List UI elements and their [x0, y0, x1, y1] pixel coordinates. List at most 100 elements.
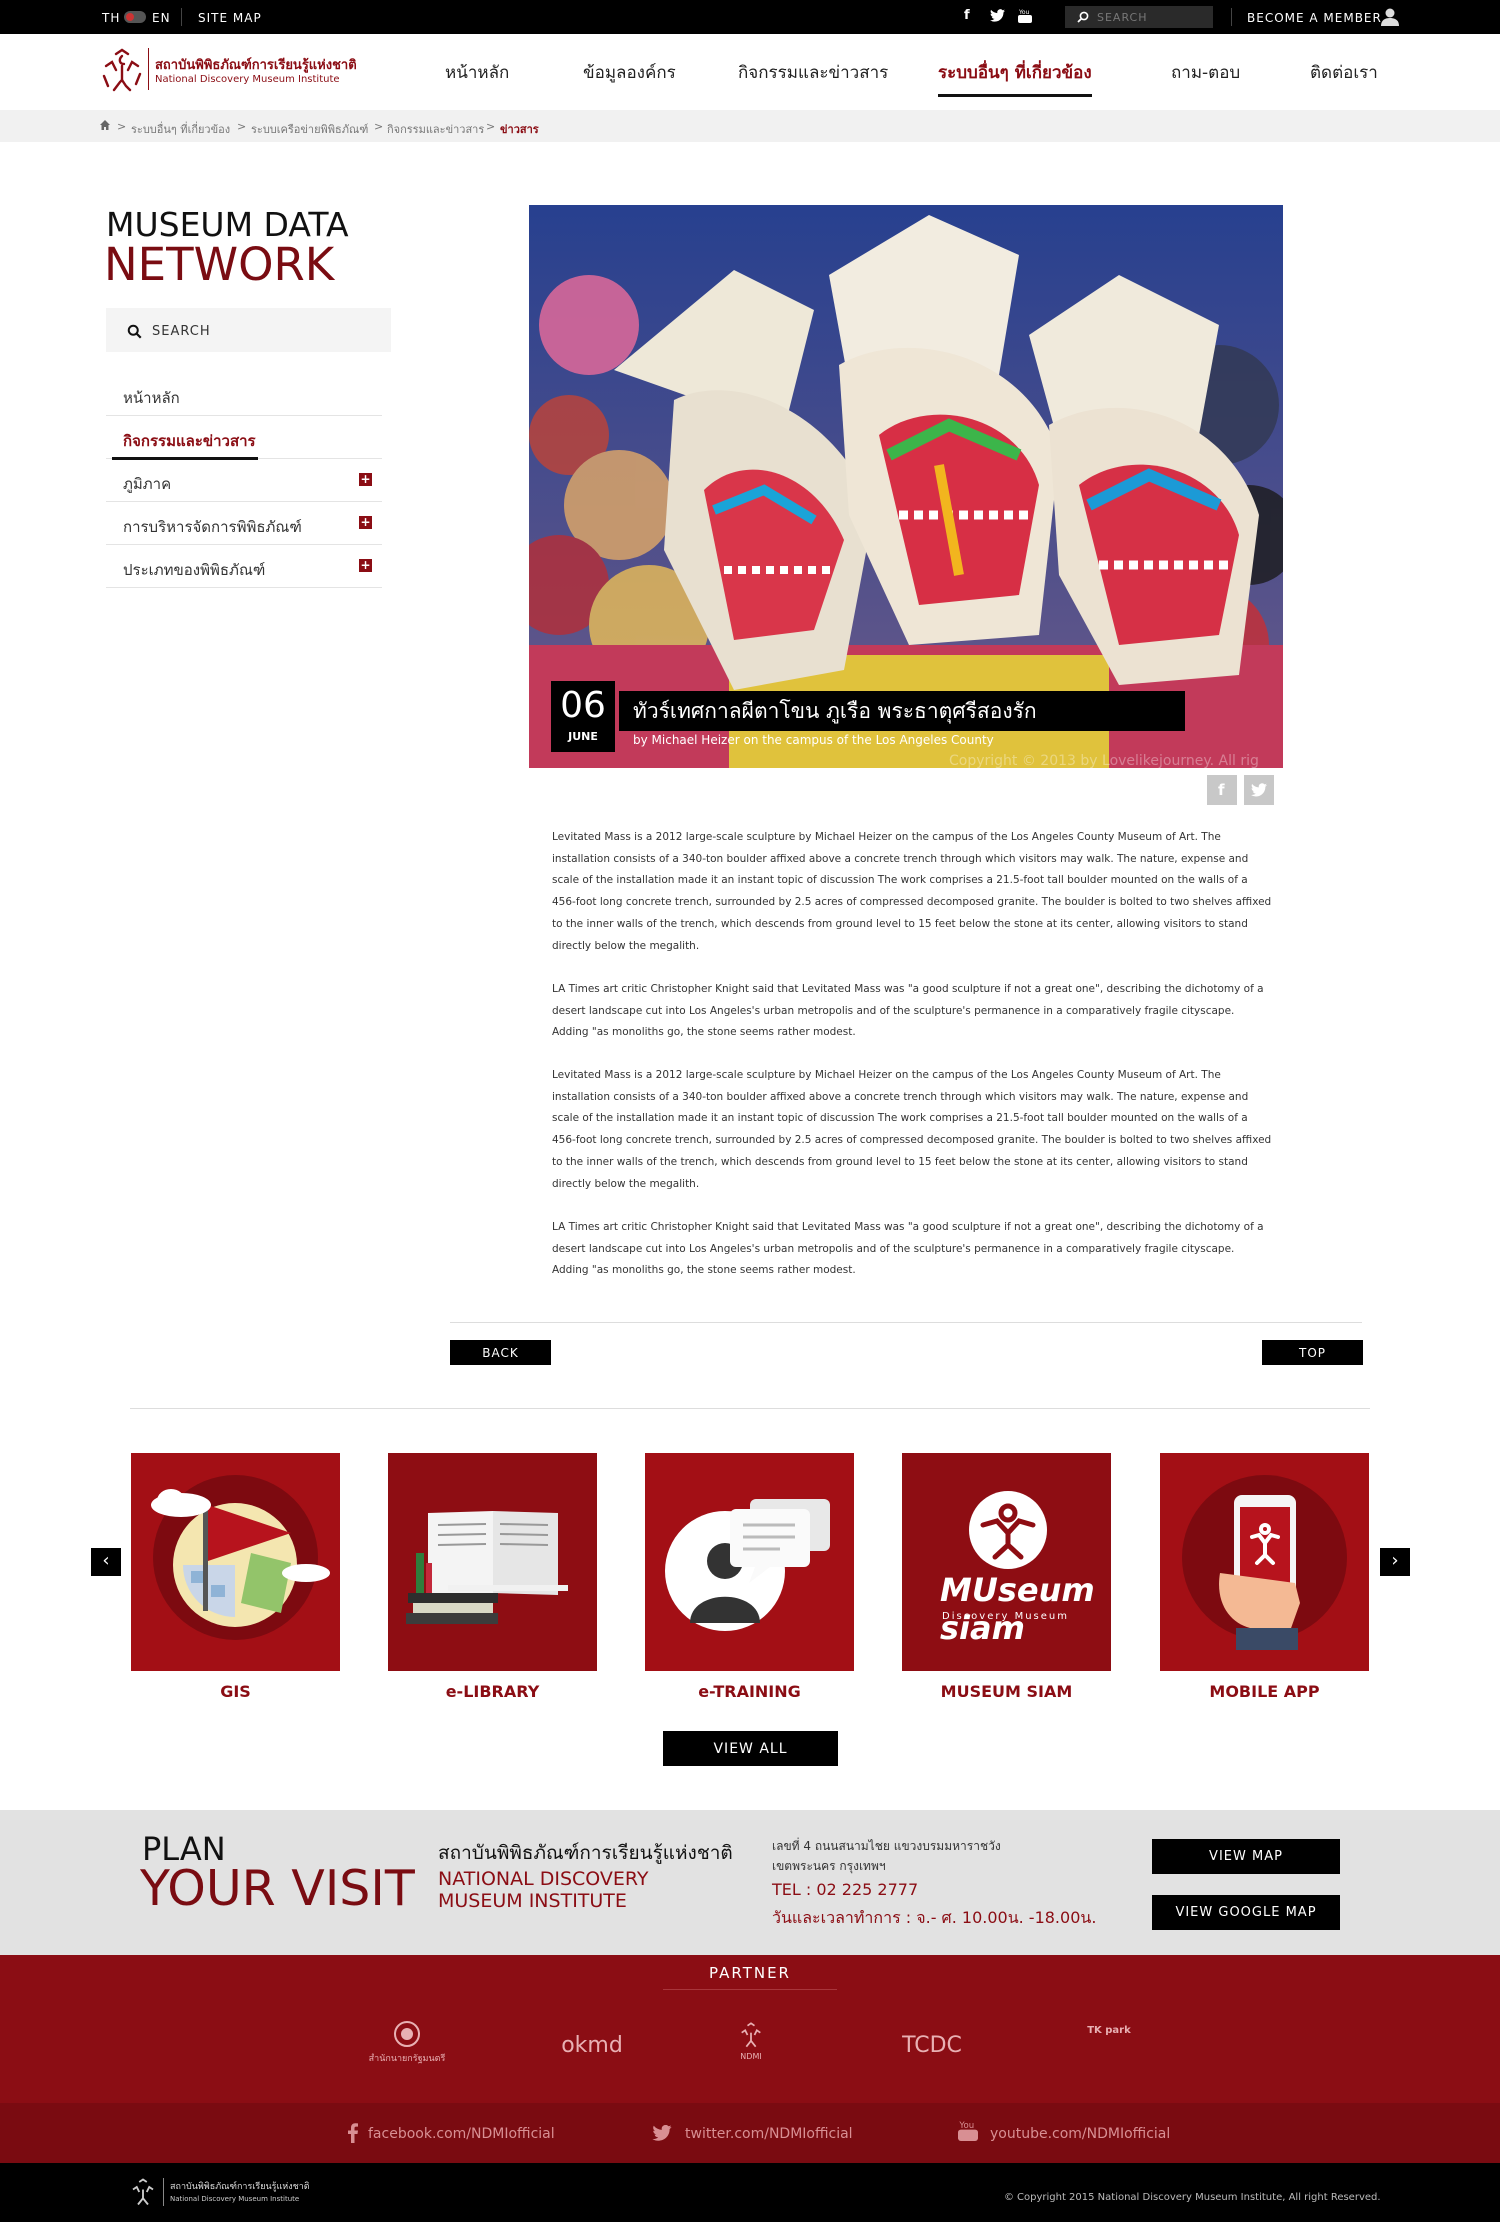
article-month: JUNE	[568, 730, 598, 743]
tile-label-gis[interactable]: GIS	[131, 1682, 340, 1701]
facebook-icon	[348, 2123, 358, 2143]
sidebar-search-input[interactable]: SEARCH	[106, 308, 391, 352]
partner-logo-label: NDMI	[740, 2052, 762, 2061]
footer-logo-th: สถาบันพิพิธภัณฑ์การเรียนรู้แห่งชาติ	[170, 2182, 310, 2192]
nav-related-systems[interactable]: ระบบอื่นๆ ที่เกี่ยวข้อง	[938, 59, 1092, 97]
view-google-map-button[interactable]: VIEW GOOGLE MAP	[1152, 1895, 1340, 1930]
map-flag-icon	[151, 1489, 330, 1627]
tile-museum-siam[interactable]: MUseum siam Discovery Museum	[902, 1453, 1111, 1671]
nav-organization[interactable]: ข้อมูลองค์กร	[583, 59, 676, 86]
copyright-icon: ©	[1004, 2192, 1014, 2203]
chevron-right-icon: >	[374, 120, 384, 133]
tile-e-library[interactable]	[388, 1453, 597, 1671]
lang-th-link[interactable]: TH	[102, 11, 120, 25]
tile-label-mobile-app[interactable]: MOBILE APP	[1160, 1682, 1369, 1701]
article-paragraph: LA Times art critic Christopher Knight s…	[552, 983, 1264, 1039]
top-button[interactable]: TOP	[1262, 1340, 1363, 1365]
breadcrumb-item[interactable]: ระบบเครือข่ายพิพิธภัณฑ์	[251, 120, 368, 138]
expand-plus-icon[interactable]: +	[359, 516, 372, 529]
chevron-left-icon: ‹	[102, 1550, 110, 1571]
breadcrumb: > ระบบอื่นๆ ที่เกี่ยวข้อง > ระบบเครือข่า…	[0, 110, 1500, 142]
address: เลขที่ 4 ถนนสนามไชย แขวงบรมมหาราชวัง เขต…	[772, 1836, 1001, 1876]
breadcrumb-item[interactable]: กิจกรรมและข่าวสาร	[387, 120, 484, 138]
facebook-link[interactable]: facebook.com/NDMIofficial	[368, 2126, 555, 2142]
divider	[130, 1408, 1370, 1409]
ndmi-logo-icon[interactable]	[128, 2177, 158, 2207]
logo-divider	[148, 48, 149, 90]
sidebar-item-label: กิจกรรมและข่าวสาร	[123, 432, 256, 450]
language-toggle[interactable]	[124, 11, 146, 23]
tile-mobile-app[interactable]	[1160, 1453, 1369, 1671]
address-line: เขตพระนคร กรุงเทพฯ	[772, 1859, 886, 1873]
footer-logo-en: National Discovery Museum Institute	[170, 2195, 300, 2203]
divider	[663, 1989, 837, 1990]
opening-hours: วันและเวลาทำการ : จ.- ศ. 10.00น. -18.00น…	[772, 1908, 1097, 1927]
user-icon[interactable]	[1381, 7, 1399, 26]
facebook-icon: f	[1218, 781, 1225, 799]
mobile-phone-icon	[1219, 1495, 1300, 1650]
ndmi-logo-icon	[741, 2022, 761, 2048]
expand-plus-icon[interactable]: +	[359, 473, 372, 486]
partner-logo-tcdc[interactable]: TCDC	[892, 2033, 972, 2058]
youtube-icon[interactable]: You	[1018, 8, 1032, 24]
sidebar-item-activities-news[interactable]: กิจกรรมและข่าวสาร	[106, 415, 382, 460]
facebook-icon[interactable]: f	[964, 8, 970, 23]
tile-label-e-library[interactable]: e-LIBRARY	[388, 1682, 597, 1701]
twitter-icon[interactable]	[990, 9, 1005, 22]
site-map-link[interactable]: SITE MAP	[198, 11, 262, 25]
carousel-next-button[interactable]: ›	[1380, 1548, 1410, 1576]
sidebar-item-home[interactable]: หน้าหลัก	[106, 372, 382, 416]
youtube-link[interactable]: youtube.com/NDMIofficial	[990, 2126, 1170, 2142]
sidebar-item-label: ประเภทของพิพิธภัณฑ์	[123, 561, 266, 579]
partner-logo-opm[interactable]: สำนักนายกรัฐมนตรี	[362, 2020, 452, 2065]
article-subtitle: by Michael Heizer on the campus of the L…	[633, 733, 994, 747]
divider	[181, 8, 182, 26]
copyright-text: Copyright 2015 National Discovery Museum…	[1017, 2192, 1381, 2203]
partner-title: PARTNER	[709, 1964, 791, 1982]
article-paragraph: Levitated Mass is a 2012 large-scale scu…	[552, 831, 1272, 952]
tile-e-training[interactable]	[645, 1453, 854, 1671]
ndmi-logo-icon[interactable]	[98, 46, 146, 94]
nav-activities-news[interactable]: กิจกรรมและข่าวสาร	[738, 59, 888, 86]
expand-plus-icon[interactable]: +	[359, 559, 372, 572]
divider	[1231, 8, 1232, 26]
partner-logo-ndmi[interactable]: NDMI	[728, 2020, 774, 2061]
lang-en-link[interactable]: EN	[152, 11, 171, 25]
tile-label-museum-siam[interactable]: MUSEUM SIAM	[902, 1682, 1111, 1701]
plan-your-visit: PLAN YOUR VISIT สถาบันพิพิธภัณฑ์การเรียน…	[0, 1810, 1500, 1955]
chat-person-icon	[690, 1499, 830, 1623]
home-icon[interactable]	[100, 120, 110, 130]
twitter-icon	[652, 2125, 672, 2141]
partner-logo-tkpark[interactable]: TK park	[1086, 2025, 1132, 2036]
sidebar-item-museum-management[interactable]: การบริหารจัดการพิพิธภัณฑ์ +	[106, 501, 382, 545]
partner-logo-label: สำนักนายกรัฐมนตรี	[368, 2054, 446, 2064]
phone-number: TEL : 02 225 2777	[772, 1880, 919, 1899]
article-date-badge: 06 JUNE	[551, 681, 615, 752]
sidebar-item-region[interactable]: ภูมิภาค +	[106, 458, 382, 502]
nav-home[interactable]: หน้าหลัก	[445, 59, 509, 86]
twitter-icon	[1251, 783, 1267, 797]
breadcrumb-item[interactable]: ระบบอื่นๆ ที่เกี่ยวข้อง	[131, 120, 230, 138]
share-facebook-button[interactable]: f	[1207, 775, 1237, 805]
sidebar-item-label: หน้าหลัก	[123, 389, 180, 407]
tile-gis[interactable]	[131, 1453, 340, 1671]
back-button[interactable]: BACK	[450, 1340, 551, 1365]
twitter-link[interactable]: twitter.com/NDMIofficial	[685, 2126, 853, 2142]
tile-label-e-training[interactable]: e-TRAINING	[645, 1682, 854, 1701]
sidebar-item-museum-types[interactable]: ประเภทของพิพิธภัณฑ์ +	[106, 544, 382, 588]
become-member-link[interactable]: BECOME A MEMBER	[1247, 11, 1382, 25]
sidebar-title-line2: NETWORK	[104, 238, 335, 291]
nav-contact[interactable]: ติดต่อเรา	[1310, 59, 1378, 86]
address-line: เลขที่ 4 ถนนสนามไชย แขวงบรมมหาราชวัง	[772, 1839, 1001, 1853]
logo-title-en: National Discovery Museum Institute	[155, 74, 340, 85]
museum-siam-logo-sub: Discovery Museum	[942, 1611, 1069, 1622]
partner-logo-okmd[interactable]: okmd	[548, 2033, 636, 2058]
chevron-right-icon: >	[117, 120, 127, 133]
view-map-button[interactable]: VIEW MAP	[1152, 1839, 1340, 1874]
social-links-bar: facebook.com/NDMIofficial twitter.com/ND…	[0, 2103, 1500, 2163]
view-all-button[interactable]: VIEW ALL	[663, 1731, 838, 1766]
share-twitter-button[interactable]	[1244, 775, 1274, 805]
nav-faq[interactable]: ถาม-ตอบ	[1171, 59, 1240, 86]
carousel-prev-button[interactable]: ‹	[91, 1548, 121, 1576]
partner-section: PARTNER สำนักนายกรัฐมนตรี okmd NDMI TCDC…	[0, 1955, 1500, 2103]
